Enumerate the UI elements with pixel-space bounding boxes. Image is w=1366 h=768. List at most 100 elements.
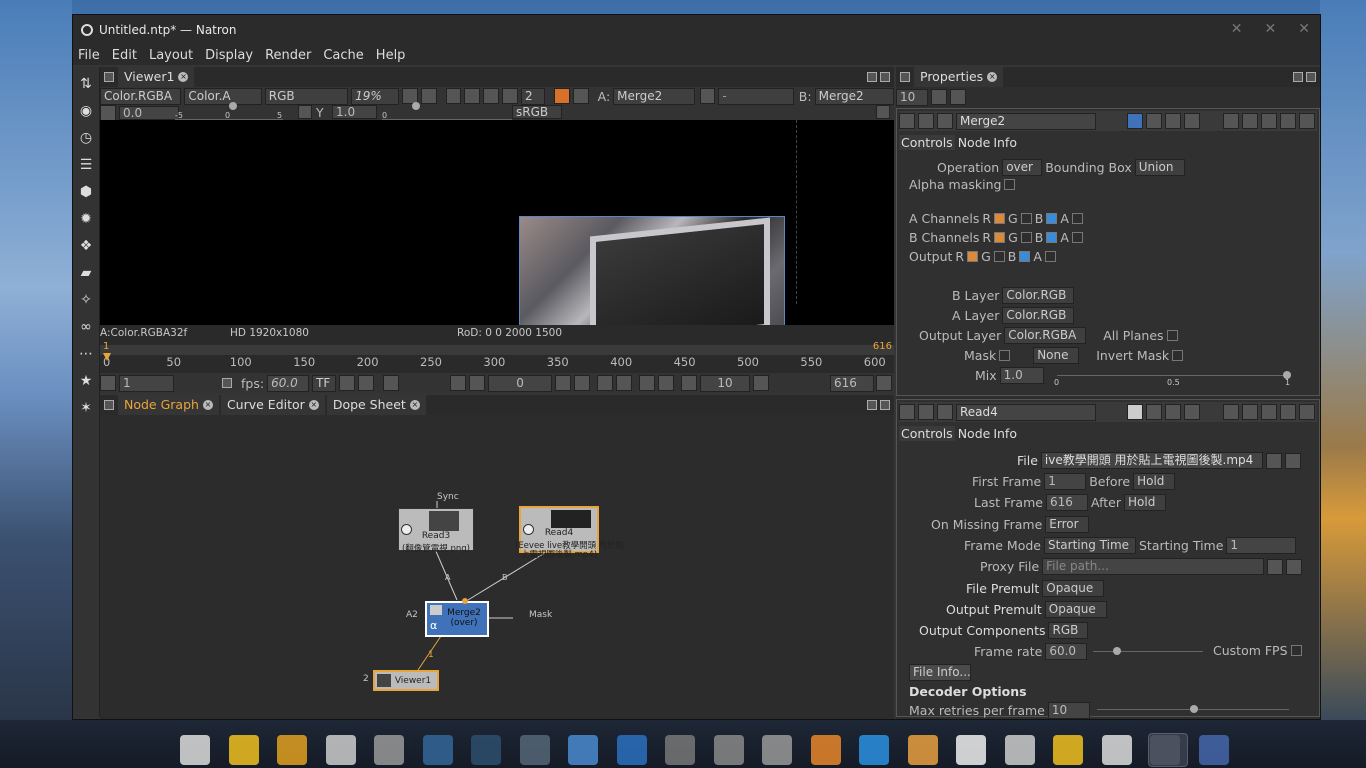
tab-viewer1[interactable]: Viewer1 × xyxy=(118,67,195,87)
hide-icon[interactable] xyxy=(1242,113,1258,129)
tab-node[interactable]: Node xyxy=(958,135,991,150)
steam-icon[interactable] xyxy=(422,735,453,765)
layers-icon[interactable] xyxy=(519,735,550,765)
a-r-checkbox[interactable] xyxy=(994,213,1006,224)
layer-select[interactable]: Color.RGBA xyxy=(100,87,182,105)
timeline[interactable]: 1 616 0 50 100 150 200 250 300 350 400 450 500 550 6… xyxy=(100,341,894,373)
play-backward-icon[interactable] xyxy=(469,375,486,391)
file-info-button[interactable]: File Info... xyxy=(909,664,971,681)
operation-select[interactable]: over xyxy=(1002,159,1043,176)
fps-field[interactable]: 60.0 xyxy=(267,374,310,392)
zoom-select[interactable]: 19% xyxy=(351,87,399,105)
play-icon[interactable] xyxy=(899,404,915,420)
natron-icon[interactable] xyxy=(1148,733,1188,767)
tab-node[interactable]: Node xyxy=(958,426,991,441)
blender-icon[interactable] xyxy=(810,735,841,765)
minimize-icon[interactable]: ✕ xyxy=(1231,21,1243,37)
clip-to-project-icon[interactable] xyxy=(339,375,356,391)
mask-select[interactable]: None xyxy=(1033,347,1080,364)
gamma-slider[interactable]: 0 xyxy=(382,102,512,120)
menu-edit[interactable]: Edit xyxy=(112,48,137,63)
audio-icon[interactable] xyxy=(859,735,889,765)
close-icon[interactable]: ✕ xyxy=(1298,21,1310,37)
alpha-masking-checkbox[interactable] xyxy=(1004,179,1016,190)
menu-help[interactable]: Help xyxy=(376,48,406,63)
first-frame-icon[interactable] xyxy=(450,375,467,391)
file-premult-select[interactable]: Opaque xyxy=(1042,580,1105,597)
last-frame-icon[interactable] xyxy=(574,375,591,391)
close-tab-icon[interactable]: × xyxy=(987,72,998,82)
restore-icon[interactable] xyxy=(1184,113,1200,129)
in-point-field[interactable]: 1 xyxy=(119,374,174,392)
settings-icon[interactable] xyxy=(918,404,934,420)
mix-field[interactable]: 1.0 xyxy=(999,367,1044,384)
a-a-checkbox[interactable] xyxy=(1071,213,1083,224)
out-g-checkbox[interactable] xyxy=(993,251,1005,262)
center-icon[interactable] xyxy=(937,404,953,420)
node-color-icon[interactable] xyxy=(1127,113,1143,129)
piano-icon[interactable] xyxy=(956,735,986,765)
custom-fps-checkbox[interactable] xyxy=(1290,645,1302,656)
gpu-icon[interactable] xyxy=(471,735,501,765)
tab-controls[interactable]: Controls xyxy=(899,425,955,441)
image-tool-icon[interactable]: ◉ xyxy=(76,101,96,121)
a-g-checkbox[interactable] xyxy=(1020,213,1032,224)
clip-icon[interactable] xyxy=(445,88,462,104)
max-panels-field[interactable]: 10 xyxy=(896,88,928,106)
files-icon[interactable] xyxy=(228,735,259,765)
menu-file[interactable]: File xyxy=(78,48,100,63)
colorspace-select[interactable]: sRGB xyxy=(512,105,562,119)
float-pane-icon[interactable] xyxy=(1293,72,1303,82)
region-icon[interactable] xyxy=(483,88,500,104)
center-icon[interactable] xyxy=(937,113,953,129)
render-icon[interactable] xyxy=(553,88,570,104)
proxy-icon[interactable] xyxy=(502,88,518,104)
menu-cache[interactable]: Cache xyxy=(323,48,363,63)
close-panel-icon[interactable] xyxy=(1299,404,1315,420)
close-tab-icon[interactable]: × xyxy=(202,400,213,410)
redo-icon[interactable] xyxy=(1165,404,1181,420)
pane-menu-icon[interactable] xyxy=(104,400,114,410)
restore-icon[interactable] xyxy=(1184,404,1200,420)
b-g-checkbox[interactable] xyxy=(1020,232,1032,243)
proxy-file-field[interactable]: File path... xyxy=(1042,558,1265,575)
keyer-tool-icon[interactable]: ❖ xyxy=(76,236,96,256)
finance-icon[interactable] xyxy=(1101,735,1132,765)
gmic-tool-icon[interactable]: ★ xyxy=(76,371,96,391)
node-merge2[interactable]: α Merge2 (over) xyxy=(425,598,489,637)
next-increment-icon[interactable] xyxy=(658,375,675,391)
roi-icon[interactable] xyxy=(464,88,481,104)
help-icon[interactable] xyxy=(1223,404,1239,420)
float-panel-icon[interactable] xyxy=(1280,404,1296,420)
float-panel-icon[interactable] xyxy=(1280,113,1296,129)
out-a-checkbox[interactable] xyxy=(1044,251,1056,262)
tab-curve-editor[interactable]: Curve Editor × xyxy=(220,395,325,415)
menu-display[interactable]: Display xyxy=(205,48,253,63)
alpha-select[interactable]: Color.A xyxy=(184,87,262,105)
set-in-icon[interactable] xyxy=(100,375,116,391)
float-pane-icon[interactable] xyxy=(867,400,877,410)
bbox-select[interactable]: Union xyxy=(1134,159,1185,176)
time-tool-icon[interactable]: ◷ xyxy=(76,128,96,148)
frame-rate-field[interactable]: 60.0 xyxy=(1045,643,1088,660)
b-a-checkbox[interactable] xyxy=(1071,232,1083,243)
node-color-icon[interactable] xyxy=(1127,404,1143,420)
tab-properties[interactable]: Properties × xyxy=(914,67,1004,87)
last-frame-field[interactable]: 616 xyxy=(1045,494,1088,511)
tab-info[interactable]: Info xyxy=(993,426,1017,441)
film-icon[interactable] xyxy=(762,735,792,765)
node-graph-canvas[interactable] xyxy=(100,415,894,719)
tab-node-graph[interactable]: Node Graph × xyxy=(118,395,219,415)
chrome-icon[interactable] xyxy=(277,735,307,765)
headphones-icon[interactable] xyxy=(907,735,938,765)
inkscape-icon[interactable] xyxy=(568,735,598,765)
b-b-checkbox[interactable] xyxy=(1046,232,1058,243)
dropbox-icon[interactable] xyxy=(665,735,695,765)
frame-mode-select[interactable]: Starting Time xyxy=(1043,537,1136,554)
settings-icon[interactable] xyxy=(918,113,934,129)
close-tab-icon[interactable]: × xyxy=(409,400,420,410)
other-tool-icon[interactable]: ⋯ xyxy=(76,344,96,364)
menu-render[interactable]: Render xyxy=(265,48,311,63)
close-panel-icon[interactable] xyxy=(1299,113,1315,129)
missing-frame-select[interactable]: Error xyxy=(1045,516,1090,533)
